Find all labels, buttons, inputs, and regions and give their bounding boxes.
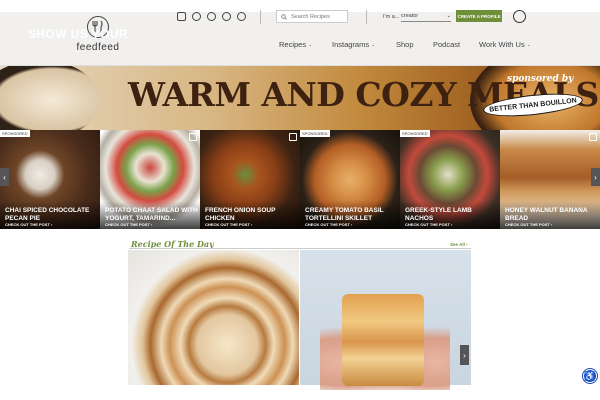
create-profile-button[interactable]: CREATE A PROFILE <box>456 10 502 22</box>
carousel-card[interactable]: SPONSORED CREAMY TOMATO BASIL TORTELLINI… <box>300 130 400 229</box>
section-divider <box>129 248 471 249</box>
chevron-left-icon: ‹ <box>3 172 6 182</box>
chevron-right-icon: › <box>594 172 597 182</box>
social-links <box>177 12 246 26</box>
card-link[interactable]: CHECK OUT THE POST › <box>105 222 152 227</box>
next-recipe-button[interactable]: › <box>460 345 469 365</box>
card-title: GREEK-STYLE LAMB NACHOS <box>405 207 472 222</box>
banner-sponsored-by: sponsored by <box>507 74 574 84</box>
carousel-card[interactable]: POTATO CHAAT SALAD WITH YOGURT, TAMARIND… <box>100 130 200 229</box>
banner-left-text: SHOW US YOUR <box>28 27 128 41</box>
tiktok-icon[interactable] <box>192 12 201 21</box>
page: feedfeed I'm a... creator ⌄ CREATE A PRO… <box>0 0 600 400</box>
chevron-down-icon: ⌄ <box>446 13 451 19</box>
card-link[interactable]: CHECK OUT THE POST › <box>505 222 552 227</box>
carousel-card[interactable]: HONEY WALNUT BANANA BREAD CHECK OUT THE … <box>500 130 600 229</box>
search-box[interactable] <box>276 10 348 23</box>
carousel-card[interactable]: FRENCH ONION SOUP CHICKEN CHECK OUT THE … <box>200 130 300 229</box>
nav-shop[interactable]: Shop <box>396 40 433 49</box>
card-link[interactable]: CHECK OUT THE POST › <box>5 222 52 227</box>
header-divider <box>260 10 261 24</box>
role-select[interactable]: creator ⌄ <box>401 11 451 22</box>
nav-instagrams[interactable]: Instagrams ⌄ <box>332 40 396 49</box>
biscuit-image <box>342 294 424 386</box>
role-label: I'm a... <box>383 14 400 20</box>
card-title: FRENCH ONION SOUP CHICKEN <box>205 207 276 222</box>
see-all-link[interactable]: See All › <box>450 242 468 247</box>
twitter-icon[interactable] <box>237 12 246 21</box>
save-icon[interactable] <box>189 133 197 141</box>
nav-recipes[interactable]: Recipes ⌄ <box>279 40 332 49</box>
sponsored-badge: SPONSORED <box>0 130 30 137</box>
recipe-image-spiral-pie[interactable] <box>128 250 299 385</box>
logo-text: feedfeed <box>76 42 120 53</box>
nav-podcast[interactable]: Podcast <box>433 40 479 49</box>
carousel-next-button[interactable]: › <box>591 168 600 186</box>
sponsored-badge: SPONSORED <box>300 130 330 137</box>
card-link[interactable]: CHECK OUT THE POST › <box>405 222 452 227</box>
pinterest-icon[interactable] <box>207 12 216 21</box>
banner-pan-image <box>0 66 100 130</box>
chevron-down-icon: ⌄ <box>371 41 376 48</box>
chevron-down-icon: ⌄ <box>526 41 531 48</box>
card-title: CREAMY TOMATO BASIL TORTELLINI SKILLET <box>305 207 384 222</box>
instagram-icon[interactable] <box>177 12 186 21</box>
save-icon[interactable] <box>289 133 297 141</box>
main-nav: Recipes ⌄ Instagrams ⌄ Shop Podcast Work W… <box>279 40 531 49</box>
chevron-right-icon: › <box>463 350 466 360</box>
card-title: CHAI SPICED CHOCOLATE PECAN PIE <box>5 207 90 222</box>
role-value: creator <box>401 13 419 19</box>
carousel-card[interactable]: SPONSORED CHAI SPICED CHOCOLATE PECAN PI… <box>0 130 100 229</box>
card-title: HONEY WALNUT BANANA BREAD <box>505 207 588 222</box>
card-link[interactable]: CHECK OUT THE POST › <box>305 222 352 227</box>
card-link[interactable]: CHECK OUT THE POST › <box>205 222 252 227</box>
facebook-icon[interactable] <box>222 12 231 21</box>
search-icon <box>281 13 287 20</box>
recipe-carousel: SPONSORED CHAI SPICED CHOCOLATE PECAN PI… <box>0 130 600 229</box>
accessibility-icon[interactable]: ♿ <box>583 369 597 383</box>
carousel-prev-button[interactable]: ‹ <box>0 168 9 186</box>
user-account-icon[interactable] <box>513 10 526 23</box>
sponsored-badge: SPONSORED <box>400 130 430 137</box>
search-input[interactable] <box>291 13 341 20</box>
header-divider <box>366 10 367 24</box>
nav-work-with-us[interactable]: Work With Us ⌄ <box>479 40 531 49</box>
card-title: POTATO CHAAT SALAD WITH YOGURT, TAMARIND… <box>105 207 198 222</box>
chevron-down-icon: ⌄ <box>308 41 313 48</box>
carousel-card[interactable]: SPONSORED GREEK-STYLE LAMB NACHOS CHECK … <box>400 130 500 229</box>
save-icon[interactable] <box>589 133 597 141</box>
